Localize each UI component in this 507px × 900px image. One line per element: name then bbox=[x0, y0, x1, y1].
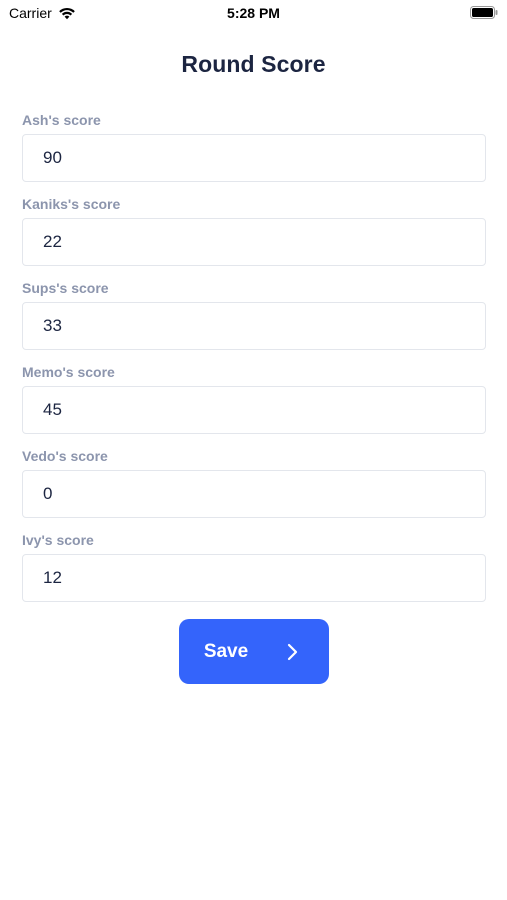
score-input-ivy[interactable] bbox=[22, 554, 486, 602]
status-time: 5:28 PM bbox=[227, 5, 280, 21]
score-input-kaniks[interactable] bbox=[22, 218, 486, 266]
chevron-right-icon bbox=[288, 643, 298, 660]
field-label: Ivy's score bbox=[22, 532, 94, 548]
score-form: Ash's score Kaniks's score Sups's score … bbox=[22, 112, 486, 616]
score-field-vedo: Vedo's score bbox=[22, 448, 486, 532]
score-input-memo[interactable] bbox=[22, 386, 486, 434]
page-title: Round Score bbox=[181, 51, 326, 77]
score-input-sups[interactable] bbox=[22, 302, 486, 350]
status-bar: Carrier 5:28 PM bbox=[0, 0, 507, 28]
field-label: Memo's score bbox=[22, 364, 115, 380]
field-label: Sups's score bbox=[22, 280, 109, 296]
battery-icon bbox=[470, 6, 498, 19]
save-label: Save bbox=[203, 640, 249, 662]
field-label: Ash's score bbox=[22, 112, 101, 128]
score-field-sups: Sups's score bbox=[22, 280, 486, 364]
field-label: Vedo's score bbox=[22, 448, 108, 464]
score-field-ash: Ash's score bbox=[22, 112, 486, 196]
score-field-ivy: Ivy's score bbox=[22, 532, 486, 616]
score-input-ash[interactable] bbox=[22, 134, 486, 182]
score-field-memo: Memo's score bbox=[22, 364, 486, 448]
field-label: Kaniks's score bbox=[22, 196, 121, 212]
score-input-vedo[interactable] bbox=[22, 470, 486, 518]
score-field-kaniks: Kaniks's score bbox=[22, 196, 486, 280]
save-button[interactable]: Save bbox=[179, 619, 329, 684]
